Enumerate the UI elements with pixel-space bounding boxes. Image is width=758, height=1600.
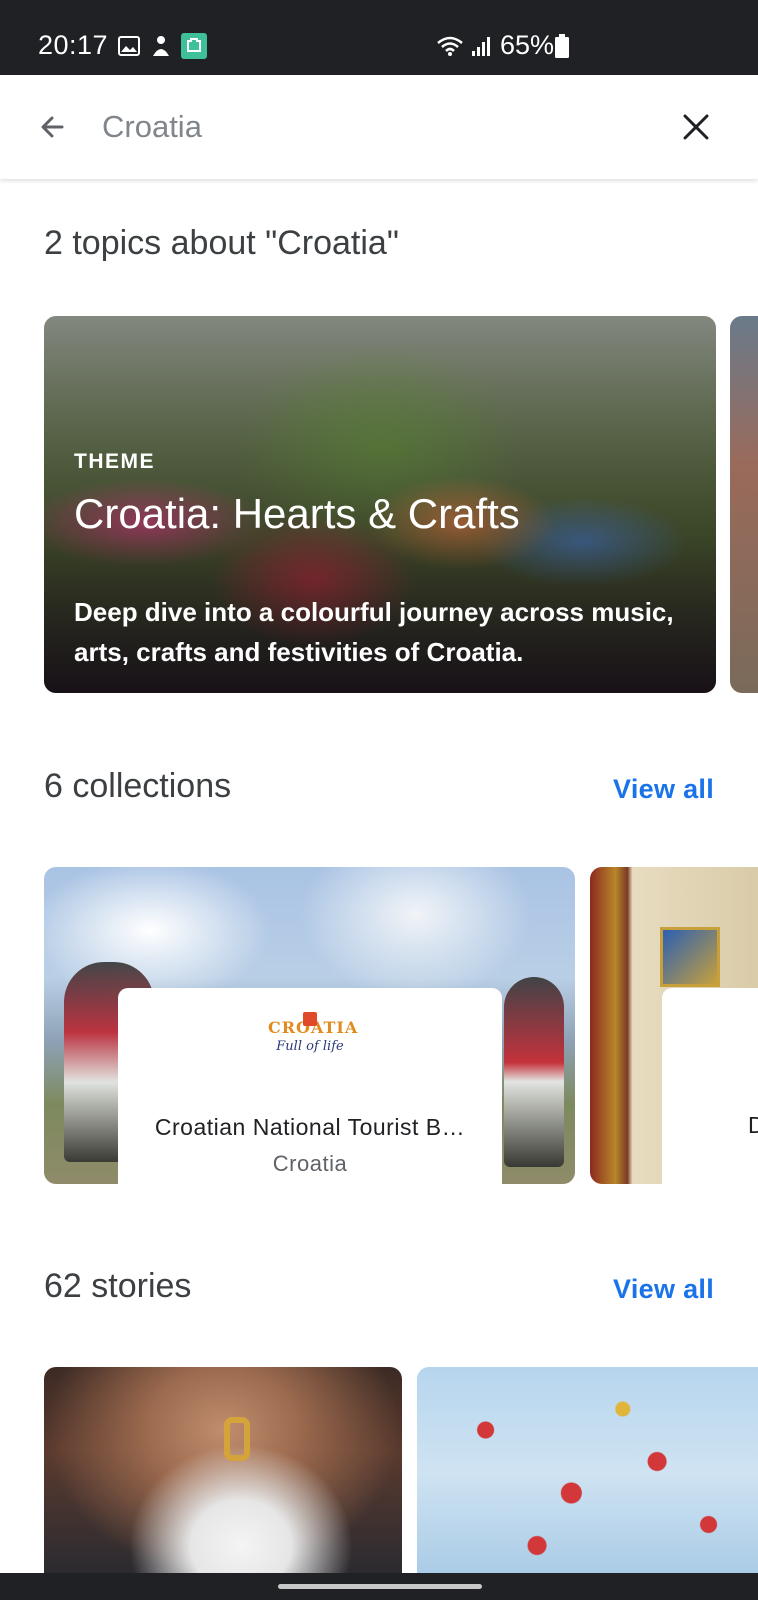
collection-name: Croatian National Tourist B… — [154, 1114, 466, 1140]
collections-heading: 6 collections — [44, 767, 232, 805]
status-time: 20:17 — [38, 30, 109, 60]
topic-description: Deep dive into a colourful journey acros… — [74, 597, 674, 667]
battery-percentage: 65% — [500, 30, 555, 60]
clear-search-button[interactable] — [672, 103, 720, 151]
story-card[interactable] — [417, 1367, 758, 1577]
stories-heading: 62 stories — [44, 1267, 192, 1305]
logo-tagline: Full of life — [276, 1039, 344, 1054]
collection-subtitle: Croatia — [272, 1151, 348, 1176]
stories-view-all-link[interactable]: View all — [613, 1274, 714, 1305]
collection-card-peek[interactable]: D — [590, 867, 758, 1184]
navigation-bar — [0, 1573, 758, 1600]
signal-icon — [470, 33, 494, 59]
battery-icon — [554, 33, 570, 59]
gallery-icon — [117, 33, 141, 59]
search-bar — [0, 75, 758, 179]
arrow-back-icon — [41, 116, 64, 138]
collection-info-panel: CROATIA Full of life Croatian National T… — [118, 988, 502, 1184]
collection-name-peek: D — [748, 1112, 758, 1138]
status-bar: 20:17 65% — [0, 0, 758, 75]
search-input[interactable] — [102, 105, 602, 149]
topic-card-peek[interactable] — [730, 316, 758, 693]
story-image-detail — [224, 1417, 250, 1461]
collection-image-detail — [504, 977, 564, 1167]
topic-type-label: THEME — [74, 450, 155, 473]
partner-logo: CROATIA Full of life — [268, 1012, 357, 1076]
story-card[interactable] — [44, 1367, 402, 1577]
collection-card[interactable]: CROATIA Full of life Croatian National T… — [44, 867, 575, 1184]
app-icon — [181, 33, 207, 59]
home-gesture-handle[interactable] — [278, 1584, 482, 1589]
back-button[interactable] — [28, 103, 76, 151]
close-icon — [683, 114, 709, 140]
manuscript-miniature — [660, 927, 720, 987]
wifi-icon — [435, 33, 465, 59]
notification-icon — [150, 33, 172, 59]
collections-view-all-link[interactable]: View all — [613, 774, 714, 805]
collection-info-panel-peek — [662, 988, 758, 1184]
topic-title: Croatia: Hearts & Crafts — [74, 490, 520, 537]
topics-heading: 2 topics about "Croatia" — [44, 224, 399, 262]
logo-mark — [303, 1012, 317, 1026]
topic-card[interactable]: THEME Croatia: Hearts & Crafts Deep dive… — [44, 316, 716, 693]
